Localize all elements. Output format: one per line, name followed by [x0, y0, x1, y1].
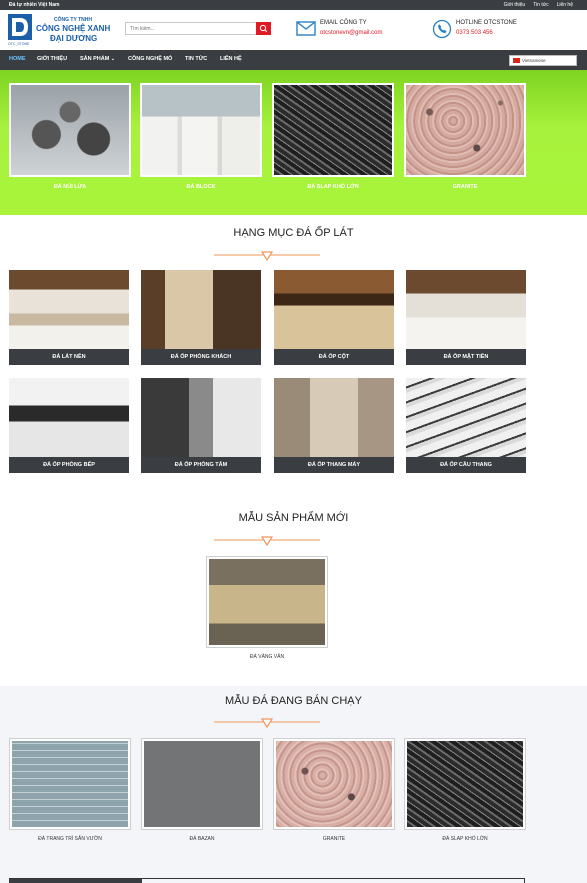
product-card[interactable]: ĐÁ TRANG TRÍ SÂN VƯỜN [9, 738, 131, 842]
product-card[interactable]: ĐÁ SLAP KHỔ LỚN [404, 738, 526, 842]
divider-icon [214, 718, 320, 728]
search-box [125, 22, 271, 35]
logo-line-name: CÔNG NGHỆ XANH [36, 24, 111, 33]
product-image [12, 741, 128, 827]
logo-mark-icon [8, 14, 32, 40]
product-card[interactable]: ĐÁ BAZAN [141, 738, 263, 842]
category-image [274, 85, 392, 175]
category-card[interactable] [404, 83, 526, 177]
product-image [144, 741, 260, 827]
logo-line-brand: OTC_STONE [8, 42, 30, 46]
logo-line-name-2: ĐẠI DƯƠNG [50, 34, 98, 43]
nav-item-about[interactable]: GIỚI THIỆU [37, 56, 67, 62]
category-label[interactable]: ĐÁ BLOCK [140, 184, 262, 190]
logo-line-company: CÔNG TY TNHH [54, 17, 92, 23]
cladding-label: ĐÁ ỐP CẦU THANG [440, 462, 492, 468]
section-title-bestsellers: MẪU ĐÁ ĐANG BÁN CHẠY [225, 695, 362, 707]
footer-tab-bar [9, 878, 525, 883]
cladding-label: ĐÁ ỐP PHÒNG TẮM [174, 462, 228, 468]
email-label: EMAIL CÔNG TY [320, 20, 367, 26]
cladding-tile[interactable]: ĐÁ ỐP MẶT TIỀN [406, 270, 526, 365]
product-label[interactable]: ĐÁ SLAP KHỔ LỚN [404, 836, 526, 842]
cladding-label: ĐÁ ỐP CỘT [318, 354, 350, 360]
cladding-image [141, 270, 261, 349]
cladding-tile[interactable]: ĐÁ LÁT NỀN [9, 270, 129, 365]
top-link-contact[interactable]: Liên hệ [557, 2, 573, 8]
cladding-tile[interactable]: ĐÁ ỐP PHÒNG TẮM [141, 378, 261, 473]
category-label[interactable]: GRANITE [404, 184, 526, 190]
nav-item-products[interactable]: SẢN PHẨM ⌄ [80, 56, 115, 62]
flag-vn-icon [513, 58, 520, 64]
cladding-image [406, 270, 526, 349]
category-label[interactable]: ĐÁ SLAP KHỔ LỚN [272, 184, 394, 190]
nav-item-contact[interactable]: LIÊN HỆ [220, 56, 242, 62]
section-title-new-products: MẪU SẢN PHẨM MỚI [238, 512, 349, 524]
search-input[interactable] [126, 23, 256, 34]
category-label[interactable]: ĐÁ NÚI LỬA [9, 184, 131, 190]
language-select[interactable]: Vietnamese [509, 55, 577, 66]
phone-icon [432, 19, 452, 39]
divider-icon [214, 251, 320, 261]
product-image [276, 741, 392, 827]
site-logo[interactable]: CÔNG TY TNHH CÔNG NGHỆ XANH ĐẠI DƯƠNG OT… [8, 14, 118, 46]
category-card[interactable] [272, 83, 394, 177]
hotline-label: HOTLINE OTCSTONE [456, 20, 517, 26]
category-card[interactable] [9, 83, 131, 177]
search-button[interactable] [256, 22, 271, 35]
cladding-tile[interactable]: ĐÁ ỐP PHÒNG KHÁCH [141, 270, 261, 365]
cladding-label: ĐÁ ỐP MẶT TIỀN [443, 354, 489, 360]
hotline-contact: HOTLINE OTCSTONE 0373 503 456 [432, 18, 542, 42]
language-value: Vietnamese [522, 58, 546, 63]
cladding-image [141, 378, 261, 457]
nav-item-home[interactable]: HOME [9, 56, 26, 62]
mail-icon [296, 21, 316, 36]
product-image [407, 741, 523, 827]
search-icon [259, 24, 268, 33]
product-label[interactable]: ĐÁ TRANG TRÍ SÂN VƯỜN [9, 836, 131, 842]
cladding-image [9, 378, 129, 457]
main-nav: HOME GIỚI THIỆU SẢN PHẨM ⌄ CÔNG NGHỆ MỎ … [0, 50, 587, 70]
top-bar: Đá tự nhiên Việt Nam Giới thiệu Tin tức … [0, 0, 587, 10]
cladding-tile[interactable]: ĐÁ ỐP PHÒNG BẾP [9, 378, 129, 473]
cladding-tile[interactable]: ĐÁ ỐP THANG MÁY [274, 378, 394, 473]
product-card[interactable]: GRANITE [273, 738, 395, 842]
category-band: ĐÁ NÚI LỬA ĐÁ BLOCK ĐÁ SLAP KHỔ LỚN GRAN… [0, 70, 587, 215]
cladding-image [274, 270, 394, 349]
product-card[interactable]: ĐÁ VÀNG VÂN [206, 556, 328, 660]
email-value[interactable]: otcstonevn@gmail.com [320, 30, 382, 36]
product-image [209, 559, 325, 645]
top-link-about[interactable]: Giới thiệu [504, 2, 526, 8]
cladding-tile[interactable]: ĐÁ ỐP CẦU THANG [406, 378, 526, 473]
header: CÔNG TY TNHH CÔNG NGHỆ XANH ĐẠI DƯƠNG OT… [0, 10, 587, 50]
nav-item-products-label: SẢN PHẨM [80, 56, 110, 62]
product-label[interactable]: ĐÁ VÀNG VÂN [206, 654, 328, 660]
nav-item-news[interactable]: TIN TỨC [185, 56, 207, 62]
cladding-label: ĐÁ LÁT NỀN [52, 354, 86, 360]
top-links: Giới thiệu Tin tức Liên hệ [504, 2, 573, 8]
category-card[interactable] [140, 83, 262, 177]
cladding-tile[interactable]: ĐÁ ỐP CỘT [274, 270, 394, 365]
product-label[interactable]: ĐÁ BAZAN [141, 836, 263, 842]
category-image [406, 85, 524, 175]
top-link-news[interactable]: Tin tức [533, 2, 548, 8]
cladding-label: ĐÁ ỐP PHÒNG BẾP [43, 462, 95, 468]
cladding-image [9, 270, 129, 349]
category-image [142, 85, 260, 175]
category-image [11, 85, 129, 175]
cladding-image [274, 378, 394, 457]
hotline-value[interactable]: 0373 503 456 [456, 30, 493, 36]
section-title-cladding: HẠNG MỤC ĐÁ ỐP LÁT [233, 227, 354, 239]
footer-tab-active[interactable] [10, 879, 142, 883]
product-label[interactable]: GRANITE [273, 836, 395, 842]
email-contact: EMAIL CÔNG TY otcstonevn@gmail.com [296, 18, 406, 42]
cladding-image [406, 378, 526, 457]
chevron-down-icon: ⌄ [109, 56, 115, 62]
cladding-label: ĐÁ ỐP THANG MÁY [307, 462, 361, 468]
nav-item-mining[interactable]: CÔNG NGHỆ MỎ [128, 56, 172, 62]
top-slogan: Đá tự nhiên Việt Nam [9, 2, 60, 8]
cladding-label: ĐÁ ỐP PHÒNG KHÁCH [170, 354, 232, 360]
divider-icon [214, 536, 320, 546]
